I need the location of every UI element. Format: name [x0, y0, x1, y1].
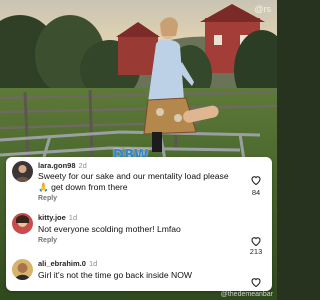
like-count: 213 — [249, 247, 263, 256]
like-heart-icon[interactable] — [250, 275, 262, 288]
like-count: 84 — [251, 188, 261, 197]
like-heart-icon[interactable] — [250, 234, 262, 247]
avatar-image — [12, 259, 33, 280]
comments-card: lara.gon98 2d Sweety for our sake and our… — [6, 157, 272, 291]
comment-text: Not everyone scolding mother! Lmfao — [38, 224, 181, 234]
avatar[interactable] — [12, 213, 33, 234]
reply-button[interactable]: Reply — [38, 195, 57, 202]
comment-text: Girl it's not the time go back inside NO… — [38, 270, 192, 280]
comment-time: 1d — [68, 213, 78, 222]
username-text[interactable]: kitty.joe — [38, 213, 66, 222]
comment-username[interactable]: kitty.joe 1d — [38, 213, 77, 222]
username-text[interactable]: ali_ebrahim.0 — [38, 259, 86, 268]
comment-time: 2d — [78, 161, 87, 170]
avatar-image — [12, 161, 33, 182]
avatar[interactable] — [12, 259, 33, 280]
reply-button[interactable]: Reply — [38, 237, 57, 244]
avatar[interactable] — [12, 161, 33, 182]
comment-username[interactable]: ali_ebrahim.0 1d — [38, 259, 97, 268]
like-heart-icon[interactable] — [250, 173, 262, 186]
username-text[interactable]: lara.gon98 — [38, 161, 76, 170]
watermark-bottom: @thedemeanbar — [220, 291, 273, 298]
avatar-image — [12, 213, 33, 234]
comment-time: 1d — [88, 259, 98, 268]
watermark-top: @rs — [254, 4, 271, 14]
comment-username[interactable]: lara.gon98 2d — [38, 161, 87, 170]
comment-text: Sweety for our sake and our mentality lo… — [38, 171, 229, 192]
